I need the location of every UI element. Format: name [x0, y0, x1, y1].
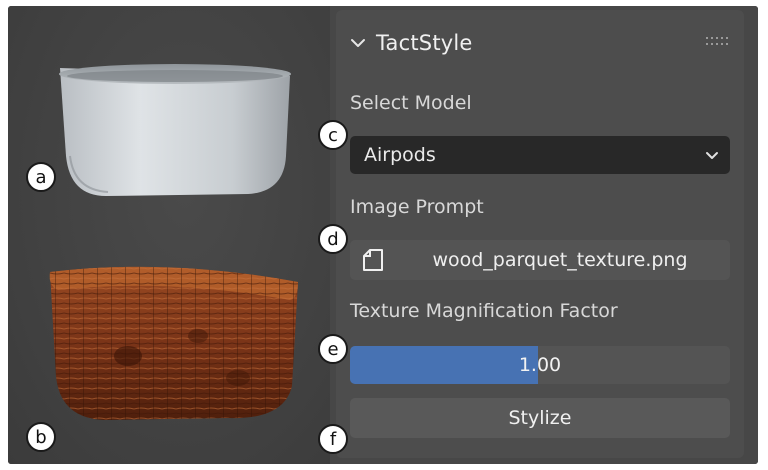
textured-cup-model: [49, 266, 298, 420]
plain-cup-model: [59, 64, 291, 196]
magnification-value: 1.00: [518, 354, 562, 376]
model-dropdown-value: Airpods: [364, 144, 436, 166]
image-prompt-label: Image Prompt: [350, 196, 484, 218]
select-model-label: Select Model: [350, 92, 472, 114]
magnification-slider[interactable]: 1.00: [350, 346, 730, 384]
section-title: TactStyle: [376, 31, 473, 55]
model-previews: [49, 64, 298, 420]
image-prompt-filename: wood_parquet_texture.png: [432, 249, 688, 271]
chevron-down-icon[interactable]: [350, 35, 366, 51]
3d-viewport[interactable]: a b: [8, 6, 330, 464]
drag-grip-icon[interactable]: [706, 36, 728, 48]
chevron-down-icon: [706, 152, 718, 159]
section-header[interactable]: TactStyle: [350, 28, 473, 58]
file-icon[interactable]: [362, 248, 384, 272]
callout-d: d: [318, 224, 348, 254]
callout-c: c: [318, 120, 348, 150]
callout-b: b: [26, 422, 56, 452]
magnification-label: Texture Magnification Factor: [350, 300, 618, 322]
tactstyle-section: TactStyle Select Model Airpods Image Pro…: [336, 10, 744, 458]
properties-panel: TactStyle Select Model Airpods Image Pro…: [318, 6, 758, 464]
callout-e: e: [318, 334, 348, 364]
stylize-button[interactable]: Stylize: [350, 398, 730, 438]
image-prompt-field[interactable]: wood_parquet_texture.png: [350, 240, 730, 280]
callout-f: f: [318, 424, 348, 454]
callout-a: a: [26, 162, 56, 192]
app-window: a b TactStyle Select Model Airpods Image…: [8, 6, 758, 464]
model-dropdown[interactable]: Airpods: [350, 136, 730, 174]
